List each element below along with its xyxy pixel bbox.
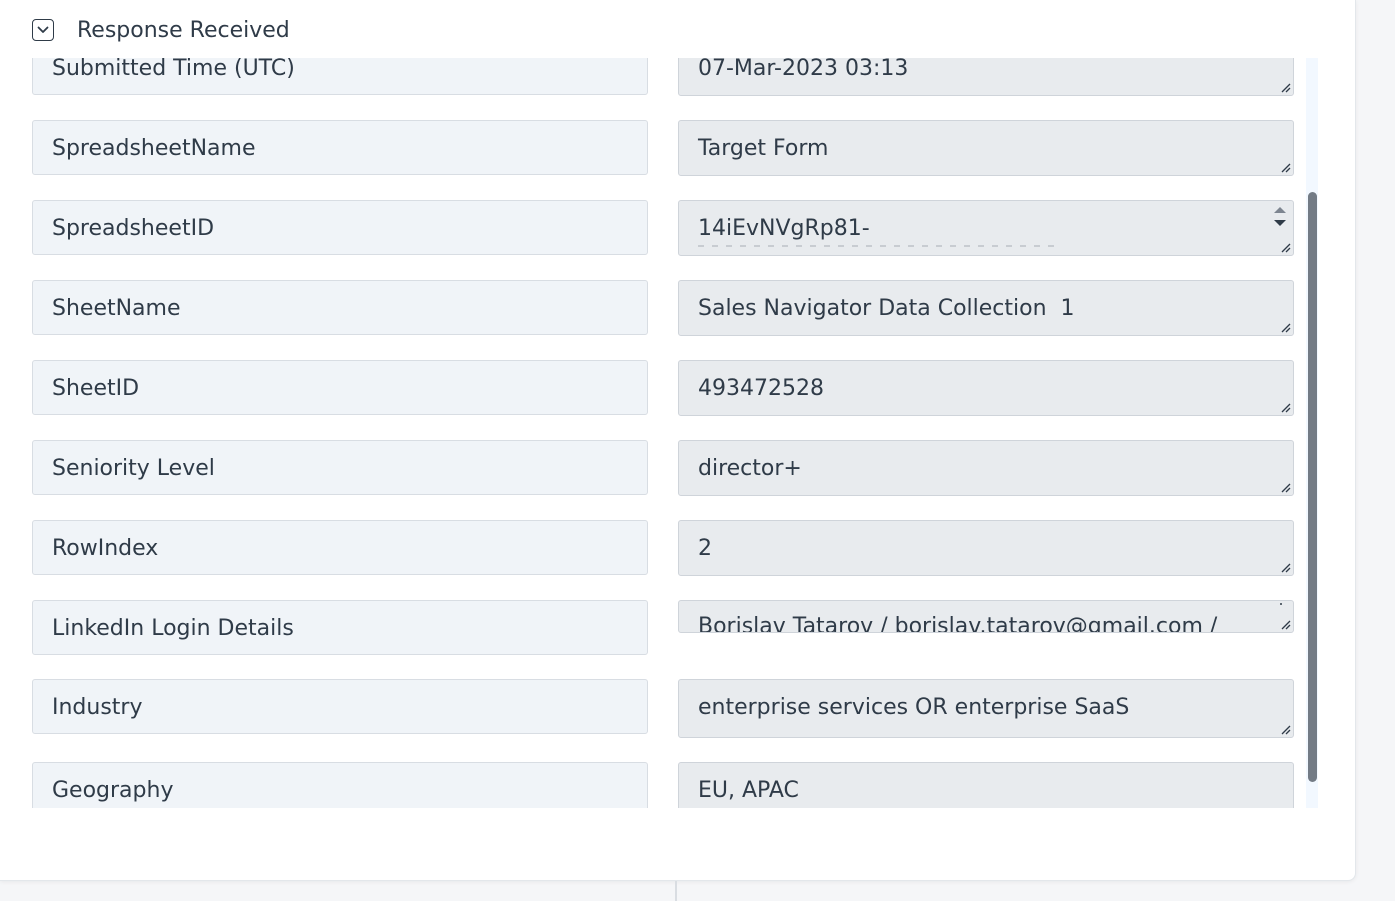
field-value-text: Sales Navigator Data Collection 1 bbox=[698, 296, 1075, 321]
resize-grip-icon[interactable] bbox=[1279, 161, 1291, 173]
field-label: Submitted Time (UTC) bbox=[32, 58, 648, 95]
field-value-text: 07-Mar-2023 03:13 bbox=[698, 58, 909, 81]
field-value[interactable]: Sales Navigator Data Collection 1 bbox=[678, 280, 1294, 336]
field-value-text: Borislav Tatarov / borislav.tatarov@gmai… bbox=[698, 614, 1218, 633]
field-value[interactable]: Target Form bbox=[678, 120, 1294, 176]
section-title: Response Received bbox=[77, 17, 290, 43]
resize-grip-icon[interactable] bbox=[1279, 723, 1291, 735]
field-value-text: EU, APAC bbox=[698, 778, 799, 803]
fields-scroll-area[interactable]: Submitted Time (UTC) 07-Mar-2023 03:13 S… bbox=[0, 58, 1318, 808]
section-header: Response Received bbox=[32, 14, 290, 46]
field-value-text: Target Form bbox=[698, 136, 829, 161]
resize-grip-icon[interactable] bbox=[1279, 321, 1291, 333]
field-label: Industry bbox=[32, 679, 648, 734]
field-label: Seniority Level bbox=[32, 440, 648, 495]
field-label: SpreadsheetID bbox=[32, 200, 648, 255]
field-value[interactable]: EU, APAC bbox=[678, 762, 1294, 808]
arrow-down-icon[interactable] bbox=[1274, 220, 1286, 226]
field-value[interactable]: 14iEvNVgRp81- bbox=[678, 200, 1294, 256]
resize-grip-icon[interactable] bbox=[1279, 401, 1291, 413]
resize-grip-icon[interactable] bbox=[1279, 481, 1291, 493]
chevron-down-icon bbox=[37, 26, 49, 33]
field-value-text: 493472528 bbox=[698, 376, 824, 401]
field-label: LinkedIn Login Details bbox=[32, 600, 648, 655]
field-label: Geography bbox=[32, 762, 648, 808]
scrollbar-thumb[interactable] bbox=[1308, 192, 1317, 782]
field-value-text: enterprise services OR enterprise SaaS bbox=[698, 695, 1130, 720]
field-label: RowIndex bbox=[32, 520, 648, 575]
field-value[interactable]: enterprise services OR enterprise SaaS bbox=[678, 679, 1294, 738]
arrow-up-icon[interactable] bbox=[1274, 207, 1286, 213]
overflow-text-hint bbox=[698, 245, 1058, 247]
field-value-text: 2 bbox=[698, 536, 712, 561]
field-value[interactable]: director+ bbox=[678, 440, 1294, 496]
column-divider bbox=[675, 881, 677, 901]
scroll-dot-icon bbox=[1280, 603, 1282, 605]
field-value[interactable]: 07-Mar-2023 03:13 bbox=[678, 58, 1294, 96]
field-value[interactable]: 2 bbox=[678, 520, 1294, 576]
field-value[interactable]: 493472528 bbox=[678, 360, 1294, 416]
field-value-text: 14iEvNVgRp81- bbox=[698, 216, 870, 241]
response-panel: Response Received Submitted Time (UTC) 0… bbox=[0, 0, 1356, 881]
field-value[interactable]: Borislav Tatarov / borislav.tatarov@gmai… bbox=[678, 600, 1294, 633]
resize-grip-icon[interactable] bbox=[1279, 561, 1291, 573]
field-label: SpreadsheetName bbox=[32, 120, 648, 175]
field-label: SheetName bbox=[32, 280, 648, 335]
resize-grip-icon[interactable] bbox=[1279, 618, 1291, 630]
field-value-text: director+ bbox=[698, 456, 802, 481]
collapse-toggle-button[interactable] bbox=[32, 19, 54, 41]
resize-grip-icon[interactable] bbox=[1279, 241, 1291, 253]
resize-grip-icon[interactable] bbox=[1279, 81, 1291, 93]
field-label: SheetID bbox=[32, 360, 648, 415]
